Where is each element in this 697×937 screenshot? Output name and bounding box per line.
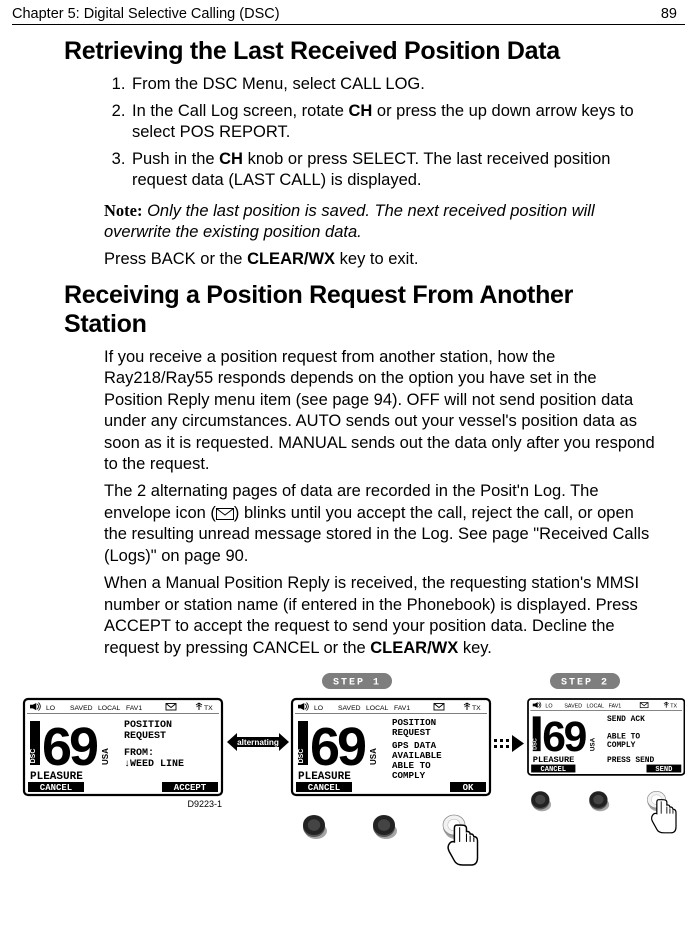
svg-text:TX: TX (204, 705, 213, 712)
svg-text:PLEASURE: PLEASURE (298, 771, 351, 783)
running-header: Chapter 5: Digital Selective Calling (DS… (0, 0, 697, 24)
exit-instruction: Press BACK or the CLEAR/WX key to exit. (104, 249, 655, 270)
svg-text:ACCEPT: ACCEPT (174, 783, 207, 793)
paragraph: When a Manual Position Reply is received… (104, 573, 655, 659)
page-number: 89 (661, 6, 677, 22)
step-1-label: STEP 1 (322, 673, 392, 689)
svg-text:COMPLY: COMPLY (392, 770, 426, 781)
svg-text:FAV1: FAV1 (394, 705, 410, 712)
paragraph: The 2 alternating pages of data are reco… (104, 481, 655, 567)
alternating-label: alternating (227, 733, 289, 751)
svg-text:FROM:: FROM: (124, 748, 154, 759)
svg-text:LO: LO (46, 705, 55, 712)
svg-text:REQUEST: REQUEST (392, 727, 431, 738)
step-2-label: STEP 2 (550, 673, 620, 689)
svg-text:PLEASURE: PLEASURE (30, 771, 83, 783)
svg-text:OK: OK (463, 783, 474, 793)
svg-text:69: 69 (42, 717, 98, 777)
softkey-row-3 (531, 791, 676, 833)
text: Press BACK or the (104, 250, 247, 268)
step-text: In the Call Log screen, rotate (132, 102, 348, 120)
svg-text:USA: USA (369, 748, 378, 765)
svg-text:SEND: SEND (655, 766, 672, 774)
envelope-icon (216, 508, 234, 520)
softkey-row-2 (303, 815, 478, 865)
svg-text:69: 69 (542, 713, 586, 761)
svg-text:alternating: alternating (237, 738, 279, 747)
svg-text:DSC: DSC (533, 738, 539, 750)
svg-text:REQUEST: REQUEST (124, 731, 166, 742)
svg-text:DSC: DSC (30, 749, 37, 764)
svg-text:DSC: DSC (298, 749, 305, 764)
svg-text:STEP 2: STEP 2 (561, 677, 609, 688)
paragraph: If you receive a position request from a… (104, 347, 655, 476)
step-text: From the DSC Menu, select CALL LOG. (132, 75, 425, 93)
lcd-screen-2: LO SAVED LOCAL FAV1 TX DSC 69 USA PLEASU… (292, 699, 490, 795)
step-text: Push in the (132, 150, 219, 168)
keyword-clearwx: CLEAR/WX (247, 250, 335, 268)
svg-text:CANCEL: CANCEL (40, 783, 72, 793)
svg-text:PRESS SEND: PRESS SEND (607, 756, 655, 765)
step-item: Push in the CH knob or press SELECT. The… (130, 149, 655, 191)
keyword-ch: CH (348, 102, 372, 120)
svg-text:LO: LO (314, 705, 323, 712)
svg-text:TX: TX (472, 705, 481, 712)
right-arrow-icon (494, 735, 524, 752)
lcd-screen-1: LO SAVED LOCAL FAV1 TX DSC 69 USA PLEASU… (24, 699, 222, 795)
svg-text:CANCEL: CANCEL (308, 783, 340, 793)
svg-text:SEND ACK: SEND ACK (607, 715, 645, 724)
header-rule (12, 24, 685, 25)
svg-text:LOCAL: LOCAL (586, 704, 604, 710)
body-column: Retrieving the Last Received Position Da… (0, 37, 697, 893)
svg-text:USA: USA (101, 748, 110, 765)
figure-reference: D9223-1 (187, 799, 222, 809)
svg-text:SAVED: SAVED (338, 705, 361, 712)
svg-text:FAV1: FAV1 (126, 705, 142, 712)
lcd-screen-3: LO SAVED LOCAL FAV1 TX DSC 69 USA (528, 699, 684, 775)
step-list: From the DSC Menu, select CALL LOG. In t… (130, 74, 655, 192)
svg-text:USA: USA (589, 737, 596, 751)
svg-text:SAVED: SAVED (564, 704, 582, 710)
svg-text:↓WEED LINE: ↓WEED LINE (124, 759, 184, 770)
svg-text:LOCAL: LOCAL (366, 705, 389, 712)
text: key to exit. (335, 250, 418, 268)
step-item: From the DSC Menu, select CALL LOG. (130, 74, 655, 95)
note-text: Only the last position is saved. The nex… (104, 202, 595, 241)
svg-text:STEP 1: STEP 1 (333, 677, 381, 688)
note-label: Note: (104, 201, 142, 220)
figure-dsc-screens: STEP 1 STEP 2 LO SAVED LOCAL FAV1 TX (12, 673, 685, 893)
section-heading-receive: Receiving a Position Request From Anothe… (64, 281, 655, 339)
chapter-title: Chapter 5: Digital Selective Calling (DS… (12, 6, 280, 22)
svg-text:ABLE TO: ABLE TO (607, 732, 640, 741)
note: Note: Only the last position is saved. T… (104, 200, 655, 244)
svg-text:SAVED: SAVED (70, 705, 93, 712)
svg-text:LO: LO (545, 704, 552, 710)
keyword-clearwx: CLEAR/WX (370, 639, 458, 657)
svg-text:POSITION: POSITION (124, 720, 172, 731)
svg-text:FAV1: FAV1 (609, 704, 622, 710)
svg-text:69: 69 (310, 717, 366, 777)
text: key. (458, 639, 492, 657)
svg-text:TX: TX (670, 704, 677, 710)
svg-text:COMPLY: COMPLY (607, 741, 636, 750)
svg-text:CANCEL: CANCEL (541, 766, 567, 774)
section-heading-retrieve: Retrieving the Last Received Position Da… (64, 37, 655, 66)
keyword-ch: CH (219, 150, 243, 168)
svg-text:PLEASURE: PLEASURE (533, 755, 575, 765)
svg-text:LOCAL: LOCAL (98, 705, 121, 712)
step-item: In the Call Log screen, rotate CH or pre… (130, 101, 655, 143)
